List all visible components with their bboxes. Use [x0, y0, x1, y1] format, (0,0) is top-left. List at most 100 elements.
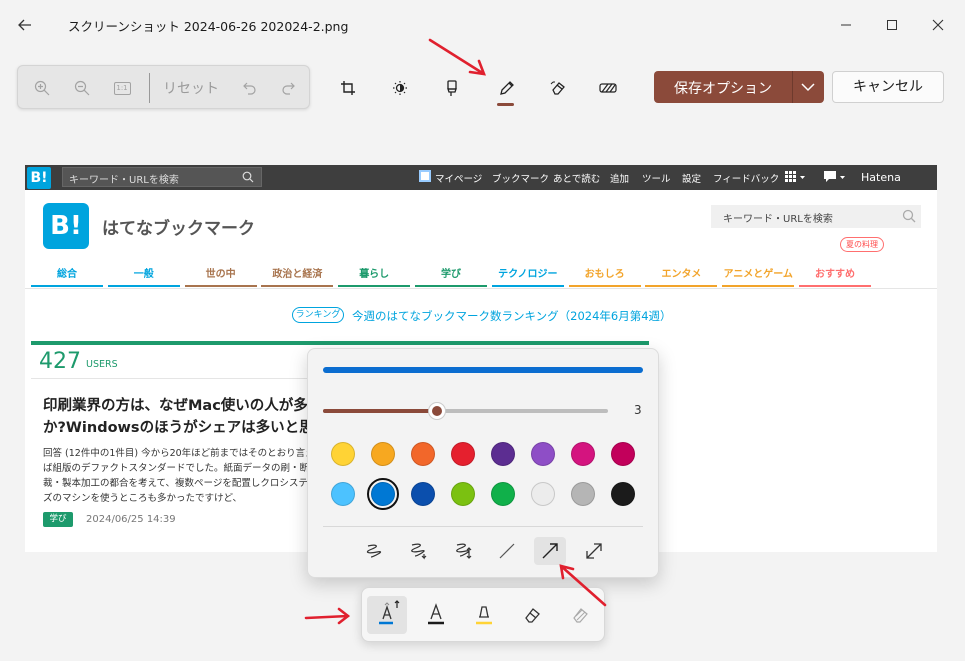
squiggle-double-arrow-icon: [456, 543, 472, 559]
apps-grid-icon: [785, 171, 805, 182]
back-button[interactable]: [10, 12, 40, 38]
pen-tool-button[interactable]: [367, 596, 407, 634]
color-swatch[interactable]: [411, 482, 435, 506]
color-swatch[interactable]: [491, 482, 515, 506]
article-title: 印刷業界の方は、なぜMac使いの人が多いのか?Windowsのほうがシェアは多い…: [43, 398, 337, 436]
close-button[interactable]: [922, 12, 954, 38]
highlighter-tool-button[interactable]: [464, 596, 504, 634]
color-swatch[interactable]: [611, 482, 635, 506]
size-slider-thumb[interactable]: [428, 402, 446, 420]
color-swatch[interactable]: [371, 442, 395, 466]
zoom-out-icon: [74, 80, 90, 96]
mypage-icon: [419, 170, 431, 182]
shape-eraser-tool-button[interactable]: [560, 596, 600, 634]
back-arrow-icon: [18, 19, 31, 31]
actual-size-icon: 1:1: [113, 81, 131, 95]
squiggle-icon: [366, 544, 382, 558]
category-underline: [799, 285, 871, 287]
redact-button[interactable]: [594, 76, 622, 100]
ranking-link: 今週のはてなブックマーク数ランキング（2024年6月第4週）: [352, 309, 672, 323]
category-underline: [31, 285, 103, 287]
ink-toolbar: [361, 587, 605, 642]
category-underline: [107, 285, 180, 287]
zoom-in-button[interactable]: [29, 76, 55, 100]
color-swatch[interactable]: [611, 442, 635, 466]
link-mypage: マイページ: [435, 174, 483, 185]
eraser-icon: [550, 80, 565, 95]
ranking-badge: ランキング: [292, 307, 344, 323]
pen-icon: [499, 80, 514, 95]
category-tab: 総合: [57, 269, 77, 280]
ballpoint-icon: [428, 603, 444, 625]
color-swatch[interactable]: [411, 442, 435, 466]
category-underline: [722, 285, 795, 287]
link-tools: ツール: [642, 174, 671, 185]
reset-button[interactable]: リセット: [163, 78, 219, 98]
eraser-icon: [525, 608, 540, 623]
color-swatch[interactable]: [491, 442, 515, 466]
chevron-down-icon[interactable]: [800, 80, 816, 94]
link-readlater: あとで読む: [553, 174, 601, 185]
color-swatch[interactable]: [571, 482, 595, 506]
color-swatch[interactable]: [451, 442, 475, 466]
pen-tool-icon: [379, 600, 400, 625]
style-double-arrow-button[interactable]: [578, 537, 610, 565]
color-swatch[interactable]: [571, 442, 595, 466]
close-icon: [932, 19, 944, 31]
redo-icon: [282, 82, 295, 95]
style-line-button[interactable]: [491, 537, 523, 565]
article-tag: 学び: [43, 512, 73, 527]
color-swatch-selected[interactable]: [367, 478, 399, 510]
color-swatch[interactable]: [531, 482, 555, 506]
color-swatch[interactable]: [531, 442, 555, 466]
category-underline: [184, 285, 257, 287]
save-options-button[interactable]: 保存オプション: [654, 71, 824, 103]
category-tab: テクノロジー: [498, 269, 558, 280]
site-top-bar: B! キーワード・URLを検索 マイページ ブックマーク あとで読む 追加 ツー…: [25, 165, 937, 190]
background-eraser-button[interactable]: [544, 76, 572, 100]
zoom-out-button[interactable]: [69, 76, 95, 100]
cancel-button[interactable]: キャンセル: [832, 71, 944, 103]
category-tab: エンタメ: [661, 269, 702, 280]
ballpoint-tool-button[interactable]: [416, 596, 456, 634]
markup-pen-button[interactable]: [492, 76, 520, 100]
maximize-button[interactable]: [876, 12, 908, 38]
link-add: 追加: [610, 174, 630, 185]
crop-icon: [341, 81, 355, 95]
style-arrow-button[interactable]: [534, 537, 566, 565]
style-squiggle-arrow-button[interactable]: [403, 537, 435, 565]
eraser-tool-button[interactable]: [512, 596, 552, 634]
color-swatch[interactable]: [331, 482, 355, 506]
color-swatch[interactable]: [331, 442, 355, 466]
redact-icon: [599, 83, 617, 93]
filter-button[interactable]: [438, 76, 466, 100]
divider: [149, 73, 150, 103]
minimize-button[interactable]: [830, 12, 862, 38]
color-swatch[interactable]: [451, 482, 475, 506]
category-tab: アニメとゲーム: [723, 269, 793, 280]
link-settings: 設定: [682, 174, 702, 185]
category-tab: 一般: [133, 269, 154, 280]
category-tab: おすすめ: [815, 269, 855, 280]
link-bookmark: ブックマーク: [492, 174, 550, 185]
shape-eraser-icon: [573, 608, 588, 623]
undo-button[interactable]: [237, 76, 263, 100]
category-underline: [261, 285, 334, 287]
double-arrow-icon: [586, 543, 602, 559]
site-title: はてなブックマーク: [102, 219, 255, 239]
actual-size-button[interactable]: 1:1: [109, 76, 135, 100]
redo-button[interactable]: [275, 76, 301, 100]
top-search-input: キーワード・URLを検索: [62, 167, 262, 187]
undo-icon: [243, 82, 256, 95]
article-users-count: 427: [39, 349, 81, 374]
style-squiggle-button[interactable]: [358, 537, 390, 565]
active-tool-indicator: [497, 103, 514, 106]
link-feedback: フィードバック: [713, 174, 780, 185]
site-logo: B!: [43, 203, 89, 249]
comment-icon: [824, 171, 845, 182]
maximize-icon: [887, 20, 897, 30]
style-squiggle-double-arrow-button[interactable]: [448, 537, 480, 565]
crop-button[interactable]: [334, 76, 362, 100]
category-underline: [645, 285, 718, 287]
adjustment-button[interactable]: [386, 76, 414, 100]
